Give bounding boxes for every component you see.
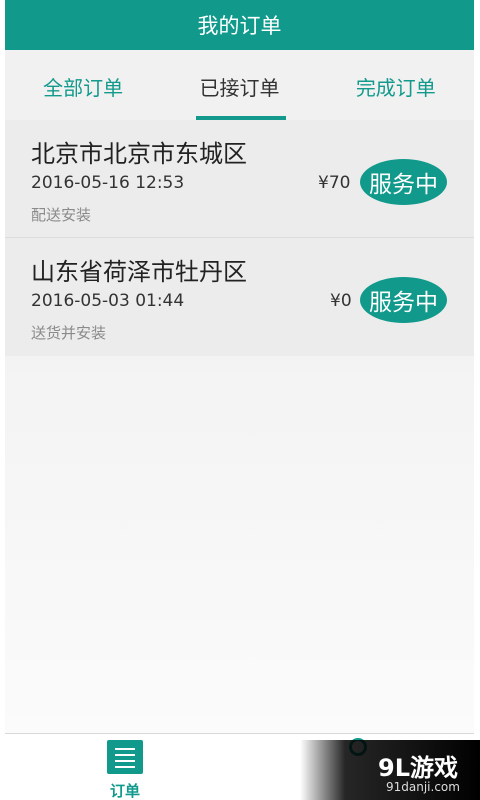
order-address: 山东省荷泽市牡丹区 [31,258,247,286]
nav-orders[interactable]: 订单 [85,740,165,800]
order-status-badge[interactable]: 服务中 [360,277,447,323]
title-bar: 我的订单 [5,0,474,50]
order-address: 北京市北京市东城区 [31,140,247,168]
app-screen: 我的订单 全部订单 已接订单 完成订单 北京市北京市东城区 2016-05-16… [5,0,474,800]
tab-accepted-orders[interactable]: 已接订单 [161,50,317,120]
order-list: 北京市北京市东城区 2016-05-16 12:53 配送安装 ¥70 服务中 … [5,120,474,356]
order-item[interactable]: 北京市北京市东城区 2016-05-16 12:53 配送安装 ¥70 服务中 [5,120,474,238]
order-time: 2016-05-16 12:53 [31,173,185,193]
nav-orders-label: 订单 [109,782,140,800]
order-price: ¥0 [330,291,352,311]
order-service-type: 送货并安装 [31,324,107,342]
tab-all-orders[interactable]: 全部订单 [5,50,161,120]
page-title: 我的订单 [197,14,282,38]
order-status-badge[interactable]: 服务中 [360,159,447,205]
watermark-url: 91danji.com [386,780,460,794]
tab-completed-orders[interactable]: 完成订单 [318,50,474,120]
order-price: ¥70 [318,173,351,193]
empty-content-area [5,356,474,734]
order-time: 2016-05-03 01:44 [31,291,185,311]
order-item[interactable]: 山东省荷泽市牡丹区 2016-05-03 01:44 送货并安装 ¥0 服务中 [5,238,474,356]
list-icon [107,740,143,774]
watermark-logo: 9L游戏 [378,754,458,782]
order-tabs: 全部订单 已接订单 完成订单 [5,50,474,120]
order-service-type: 配送安装 [31,206,92,224]
